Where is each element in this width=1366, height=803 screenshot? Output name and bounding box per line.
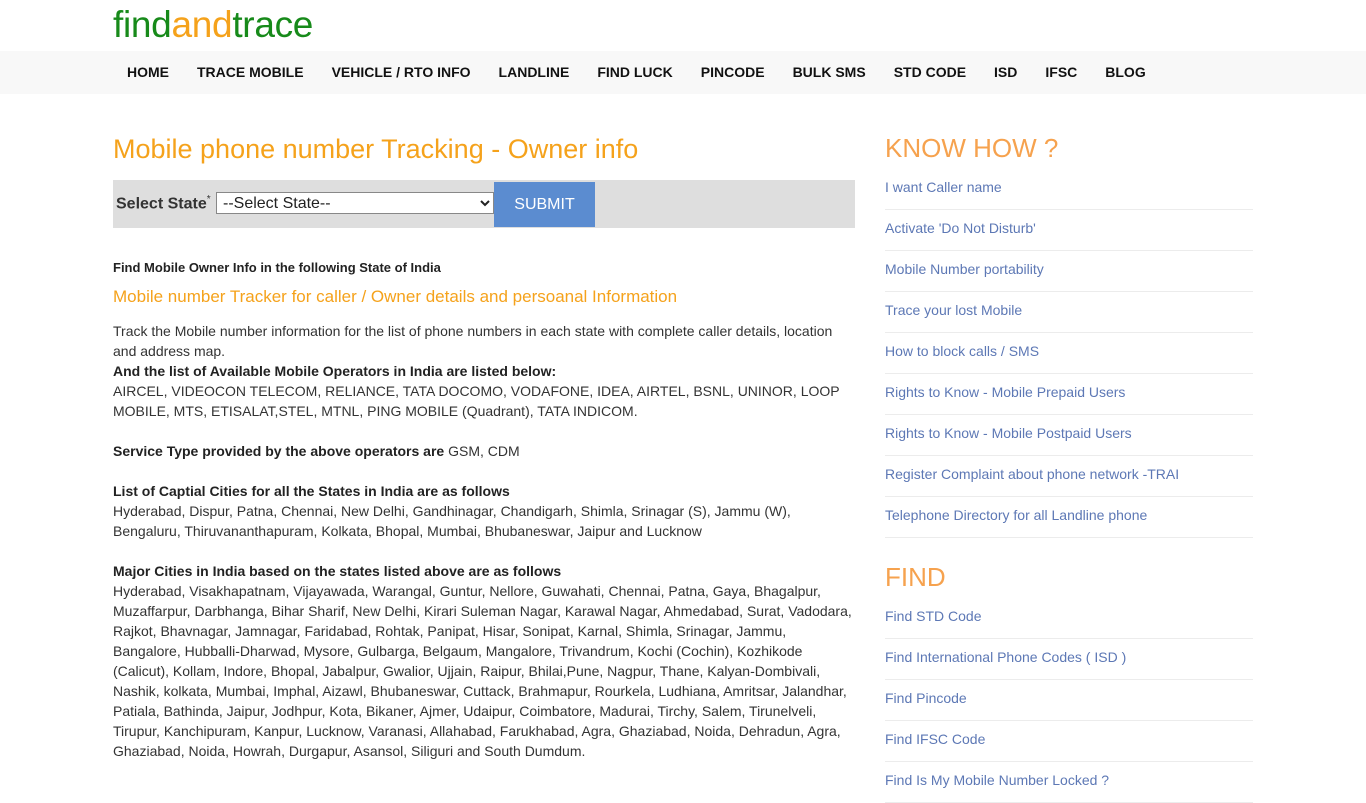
nav-vehicle-rto-info[interactable]: VEHICLE / RTO INFO: [318, 51, 485, 94]
list-item: Activate 'Do Not Disturb': [885, 210, 1253, 251]
nav-home[interactable]: HOME: [113, 51, 183, 94]
nav-pincode[interactable]: PINCODE: [687, 51, 779, 94]
cities-list: Hyderabad, Visakhapatnam, Vijayawada, Wa…: [113, 583, 852, 759]
state-select[interactable]: --Select State--: [216, 192, 494, 214]
nav-bulk-sms[interactable]: BULK SMS: [779, 51, 880, 94]
nav-blog[interactable]: BLOG: [1091, 51, 1159, 94]
site-logo[interactable]: findandtrace: [113, 4, 313, 46]
list-item: Telephone Directory for all Landline pho…: [885, 497, 1253, 538]
main-content: Mobile phone number Tracking - Owner inf…: [113, 125, 855, 761]
select-state-label: Select State*: [116, 194, 211, 213]
submit-button[interactable]: SUBMIT: [494, 182, 595, 227]
page-title: Mobile phone number Tracking - Owner inf…: [113, 134, 639, 164]
find-title: FIND: [885, 562, 946, 592]
list-item: I want Caller name: [885, 169, 1253, 210]
link-rights-prepaid[interactable]: Rights to Know - Mobile Prepaid Users: [885, 374, 1253, 410]
list-item: Rights to Know - Mobile Prepaid Users: [885, 374, 1253, 415]
owner-info-heading: Find Mobile Owner Info in the following …: [113, 260, 441, 275]
link-do-not-disturb[interactable]: Activate 'Do Not Disturb': [885, 210, 1253, 246]
list-item: Find STD Code: [885, 598, 1253, 639]
nav-landline[interactable]: LANDLINE: [485, 51, 584, 94]
list-item: Trace your lost Mobile: [885, 292, 1253, 333]
link-register-complaint[interactable]: Register Complaint about phone network -…: [885, 456, 1253, 492]
nav-isd[interactable]: ISD: [980, 51, 1031, 94]
list-item: Mobile Number portability: [885, 251, 1253, 292]
list-item: Register Complaint about phone network -…: [885, 456, 1253, 497]
link-rights-postpaid[interactable]: Rights to Know - Mobile Postpaid Users: [885, 415, 1253, 451]
nav-menu: HOME TRACE MOBILE VEHICLE / RTO INFO LAN…: [113, 51, 1160, 94]
find-list: Find STD Code Find International Phone C…: [885, 598, 1253, 803]
cities-heading: Major Cities in India based on the state…: [113, 563, 562, 579]
sidebar: KNOW HOW ? I want Caller name Activate '…: [885, 125, 1253, 803]
know-how-title: KNOW HOW ?: [885, 133, 1059, 163]
service-type: Service Type provided by the above opera…: [113, 443, 520, 459]
list-item: Find IFSC Code: [885, 721, 1253, 762]
header: findandtrace: [0, 0, 1366, 51]
capitals-list: Hyderabad, Dispur, Patna, Chennai, New D…: [113, 503, 791, 539]
list-item: How to block calls / SMS: [885, 333, 1253, 374]
link-find-std[interactable]: Find STD Code: [885, 598, 1253, 634]
list-item: Find Is My Mobile Number Locked ?: [885, 762, 1253, 803]
operators-list: AIRCEL, VIDEOCON TELECOM, RELIANCE, TATA…: [113, 383, 840, 419]
nav-ifsc[interactable]: IFSC: [1031, 51, 1091, 94]
tracker-subheading: Mobile number Tracker for caller / Owner…: [113, 287, 678, 306]
link-find-isd[interactable]: Find International Phone Codes ( ISD ): [885, 639, 1253, 675]
nav-find-luck[interactable]: FIND LUCK: [583, 51, 686, 94]
link-telephone-directory[interactable]: Telephone Directory for all Landline pho…: [885, 497, 1253, 533]
link-number-portability[interactable]: Mobile Number portability: [885, 251, 1253, 287]
link-trace-lost-mobile[interactable]: Trace your lost Mobile: [885, 292, 1253, 328]
link-find-pincode[interactable]: Find Pincode: [885, 680, 1253, 716]
operators-heading: And the list of Available Mobile Operato…: [113, 363, 557, 379]
main-navbar: HOME TRACE MOBILE VEHICLE / RTO INFO LAN…: [0, 51, 1366, 94]
list-item: Find Pincode: [885, 680, 1253, 721]
list-item: Find International Phone Codes ( ISD ): [885, 639, 1253, 680]
capitals-heading: List of Captial Cities for all the State…: [113, 483, 510, 499]
link-caller-name[interactable]: I want Caller name: [885, 169, 1253, 205]
know-how-list: I want Caller name Activate 'Do Not Dist…: [885, 169, 1253, 538]
link-find-ifsc[interactable]: Find IFSC Code: [885, 721, 1253, 757]
link-block-calls[interactable]: How to block calls / SMS: [885, 333, 1253, 369]
link-find-mobile-locked[interactable]: Find Is My Mobile Number Locked ?: [885, 762, 1253, 798]
required-mark: *: [206, 194, 211, 205]
intro-text: Track the Mobile number information for …: [113, 323, 833, 359]
nav-trace-mobile[interactable]: TRACE MOBILE: [183, 51, 318, 94]
list-item: Rights to Know - Mobile Postpaid Users: [885, 415, 1253, 456]
nav-std-code[interactable]: STD CODE: [880, 51, 980, 94]
state-form: Select State* --Select State-- SUBMIT: [113, 180, 855, 228]
